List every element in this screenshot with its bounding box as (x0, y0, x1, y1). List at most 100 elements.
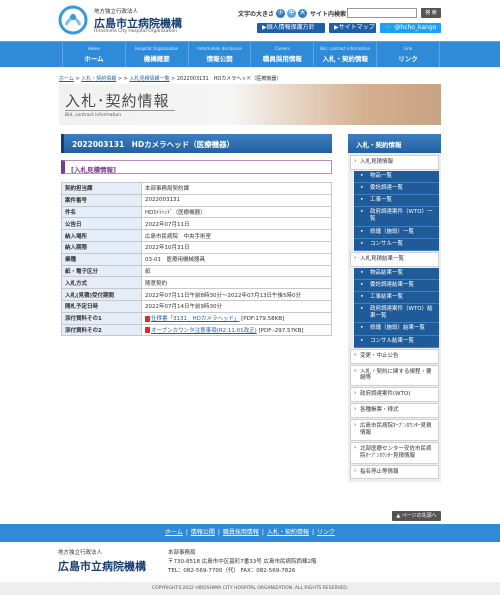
pdf-icon (145, 327, 150, 334)
sidebar-item-bid-results[interactable]: 入札見積結果一覧 (350, 251, 439, 267)
sidebar-subitem[interactable]: 修繕（施設）一覧 (354, 226, 439, 239)
twitter-handle: @hcho_kango (394, 24, 437, 31)
table-row: 公告日 2022年07月11日 (61, 217, 332, 231)
sidebar-subitem[interactable]: 工事一覧 (354, 195, 439, 208)
page-top-button[interactable]: ▲ ページの先頭へ (392, 511, 441, 521)
sidebar-item-citizens-counter[interactable]: 広島市民病院ｵｰﾌﾟﾝｶｳﾝﾀｰ見積情報 (350, 419, 439, 441)
table-row: 業種 03-01 医療用機械器具 (61, 252, 332, 266)
table-row: 案件番号 2022003131 (61, 193, 332, 207)
footer-link-home[interactable]: ホーム (165, 529, 183, 536)
sidebar-subitem[interactable]: 委託調達結果一覧 (354, 279, 439, 293)
global-nav: Home ホーム Hospital Organization 機構概要 Info… (0, 41, 500, 67)
footer-link-careers[interactable]: 職員採用情報 (223, 529, 259, 536)
sidebar-subgroup-bid-results: 物品結果一覧 委託調達結果一覧 工事結果一覧 政府調達案件（WTO）結果一覧 修… (354, 267, 439, 348)
logo-mark-icon (58, 5, 88, 35)
search-input[interactable] (347, 8, 417, 18)
footer-phone-fax: TEL：082-569-7700（代） FAX：082-569-7826 (168, 567, 296, 574)
sidebar-subitem[interactable]: コンサル結果一覧 (354, 335, 439, 348)
gnav-disclosure[interactable]: Information disclosure 情報公開 (187, 42, 251, 67)
copyright: COPYRIGHT©2022 HIROSHIMA CITY HOSPITAL O… (0, 582, 500, 595)
org-name-en: Hiroshima City Hospital Organization (94, 29, 177, 34)
sidebar-subitem[interactable]: 工事結果一覧 (354, 292, 439, 305)
section-heading: [入札見積情報] (61, 160, 332, 174)
attachment-size-1: [PDF:179.58KB] (241, 316, 285, 323)
footer-link-disclosure[interactable]: 情報公開 (191, 529, 215, 536)
footer-org-name: 広島市立病院機構 (58, 560, 146, 573)
row-value: 広島市民病院 中央手術室 (141, 229, 332, 242)
gnav-link[interactable]: Link リンク (376, 42, 440, 67)
sidebar-item-forms[interactable]: 各種帳票・様式 (350, 403, 439, 419)
sidebar-subitem[interactable]: 政府調達案件（WTO）一覧 (354, 207, 439, 227)
gnav-en-label: Home (88, 46, 100, 51)
row-value: 随意契約 (141, 276, 332, 290)
gnav-home[interactable]: Home ホーム (62, 42, 125, 67)
sidebar-subitem[interactable]: 物品結果一覧 (354, 267, 439, 280)
footer-link-bid[interactable]: 入札・契約情報 (267, 529, 309, 536)
gnav-organization[interactable]: Hospital Organization 機構概要 (124, 42, 188, 67)
sidebar-item-change-notice[interactable]: 変更・中止公告 (350, 348, 439, 364)
site-header: 地方独立行政法人 広島市立病院機構 Hiroshima City Hospita… (0, 0, 500, 41)
font-large-button[interactable]: 大 (298, 9, 308, 18)
row-key: 添付資料その2 (61, 323, 142, 337)
breadcrumb-home[interactable]: ホーム (59, 76, 74, 82)
table-row: 入札方式 随意契約 (61, 276, 332, 290)
banner-divider (65, 110, 175, 111)
attachment-link-2[interactable]: オープンカウンタ注意事項(R2.11.01改正) (151, 328, 257, 334)
font-mid-button[interactable]: 中 (287, 9, 297, 18)
privacy-policy-button[interactable]: ▶個人情報保護方針 (257, 23, 325, 33)
sidebar-item-bid-info[interactable]: 入札見積情報 (350, 155, 439, 170)
table-row: 開札予定日時 2022年07月14日午前9時30分 (61, 299, 332, 313)
footer-separator: | (185, 529, 188, 536)
row-value: HDｶﾒﾗﾍｯﾄﾞ（医療機器） (141, 205, 332, 219)
row-key: 契約担当課 (61, 182, 142, 195)
footer-link-link[interactable]: リンク (317, 529, 335, 536)
gnav-jp-label: リンク (398, 55, 418, 63)
attachment-link-1[interactable]: 仕様書「3131 HDカメラヘッド」 (151, 316, 239, 322)
gnav-careers[interactable]: Careers 職員採用情報 (250, 42, 313, 67)
row-key: 入札(見積)受付期間 (61, 288, 142, 301)
row-key: 開札予定日時 (61, 299, 142, 313)
breadcrumb-bid-list[interactable]: 入札見積情報一覧 (129, 76, 169, 82)
sidebar-subitem[interactable]: 物品一覧 (354, 170, 439, 184)
footer-office: 本部事務局 (168, 550, 196, 556)
sitemap-button[interactable]: ▶サイトマップ (329, 23, 376, 33)
sidebar-item-suspension[interactable]: 指名停止等情報 (350, 464, 439, 480)
case-info-table: 契約担当課 本部事務局契約課 案件番号 2022003131 件名 HDｶﾒﾗﾍｯﾄﾞ… (61, 182, 332, 337)
font-small-button[interactable]: 小 (276, 9, 286, 18)
row-key: 納入期限 (61, 240, 142, 254)
gnav-bid-contract[interactable]: Bid, contract information 入札・契約情報 (313, 42, 376, 67)
row-key: 添付資料その1 (61, 311, 142, 325)
gnav-en-label: Link (403, 46, 413, 51)
sidebar-item-wto[interactable]: 政府調達案件(WTO) (350, 387, 439, 403)
pdf-icon (145, 315, 150, 322)
table-row: 契約担当課 本部事務局契約課 (61, 182, 332, 195)
org-subtitle: 地方独立行政法人 (94, 9, 139, 15)
sidebar-subitem[interactable]: 修繕（施設）結果一覧 (354, 323, 439, 336)
twitter-button[interactable]: 🐦 @hcho_kango (380, 23, 441, 33)
twitter-icon: 🐦 (385, 24, 393, 31)
sidebar-subitem[interactable]: 委託調達一覧 (354, 183, 439, 196)
attachment-size-2: [PDF:-297.57KB] (258, 327, 304, 334)
row-value: 03-01 医療用機械器具 (141, 252, 332, 266)
breadcrumb: ホーム > 入札・契約情報 > > 入札見積情報一覧 > 2022003131 … (59, 75, 281, 82)
row-key: 公告日 (61, 217, 142, 231)
sidebar-subitem[interactable]: 政府調達案件（WTO）結果一覧 (354, 304, 439, 324)
breadcrumb-separator: > (117, 76, 123, 82)
gnav-jp-label: 機構概要 (143, 55, 170, 63)
main-content: 2022003131 HDカメラヘッド（医療機器） [入札見積情報] 契約担当課… (61, 134, 332, 337)
search-button[interactable]: 検 索 (421, 8, 441, 18)
row-value: 2022年07月11日 (141, 217, 332, 231)
row-value: 2022003131 (141, 193, 332, 207)
row-key: 入札方式 (61, 276, 142, 290)
table-row: 納入期限 2022年10月31日 (61, 240, 332, 254)
sidebar-subitem[interactable]: コンサル一覧 (354, 238, 439, 251)
breadcrumb-separator: > (123, 76, 128, 82)
row-key: 案件番号 (61, 193, 142, 207)
breadcrumb-bid-contract[interactable]: 入札・契約情報 (81, 76, 116, 82)
sidebar-item-regulations[interactable]: 入札・契約に関する規程・要綱等 (350, 364, 439, 387)
gnav-en-label: Hospital Organization (135, 46, 179, 51)
site-logo[interactable]: 地方独立行政法人 広島市立病院機構 Hiroshima City Hospita… (58, 5, 188, 35)
table-row: 紙・電子区分紙 (61, 264, 332, 278)
row-value: 2022年10月31日 (141, 240, 332, 254)
sidebar-item-asa-counter[interactable]: 北部医療センター安佐市民病院ｵｰﾌﾟﾝｶｳﾝﾀｰ見積情報 (350, 441, 439, 464)
